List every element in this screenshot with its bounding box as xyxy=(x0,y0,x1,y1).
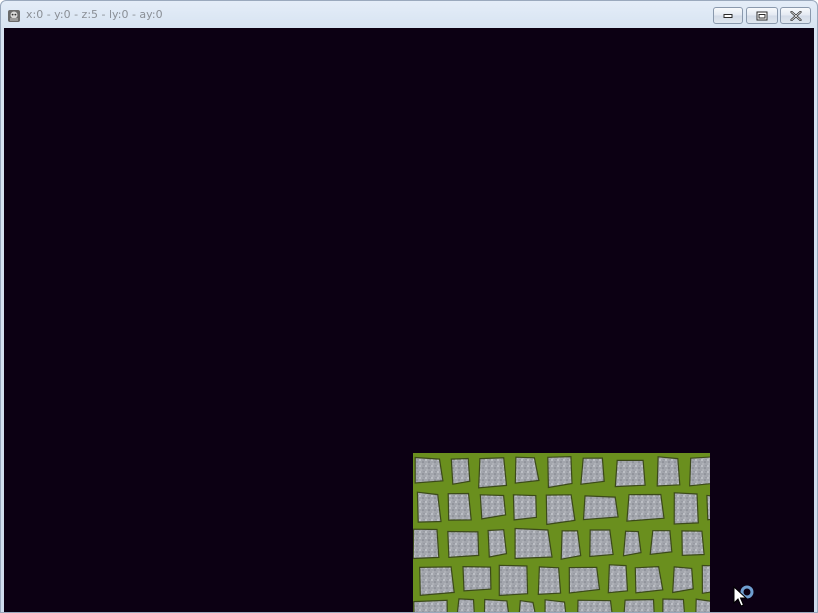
cobblestone xyxy=(547,455,573,489)
cobblestone xyxy=(580,457,605,485)
cobblestone xyxy=(623,598,655,612)
minimize-button[interactable] xyxy=(713,7,743,24)
app-window: x:0 - y:0 - z:5 - ly:0 - ay:0 xyxy=(0,0,818,613)
cobblestone xyxy=(447,492,472,521)
cobblestone xyxy=(456,598,475,612)
cobblestone xyxy=(656,456,681,487)
cobblestone xyxy=(681,530,705,557)
cobblestone xyxy=(416,491,442,523)
cobblestone xyxy=(479,494,507,520)
cobblestone xyxy=(419,566,455,597)
cobblestone xyxy=(634,565,664,594)
render-viewport[interactable] xyxy=(4,28,814,612)
title-bar[interactable]: x:0 - y:0 - z:5 - ly:0 - ay:0 xyxy=(1,1,817,28)
cobblestone xyxy=(487,529,508,558)
cobblestone xyxy=(649,530,673,555)
cobblestone xyxy=(701,564,710,594)
cobblestone xyxy=(478,457,508,489)
cobblestone xyxy=(413,599,448,612)
cobblestone xyxy=(614,459,646,488)
cobblestone xyxy=(537,566,562,596)
cobblestone xyxy=(589,529,614,558)
cobblestone xyxy=(514,527,553,560)
minimize-icon xyxy=(723,13,733,18)
cobblestone xyxy=(545,494,576,526)
app-icon[interactable] xyxy=(7,8,21,22)
cobblestone xyxy=(622,530,642,557)
cobblestone xyxy=(413,528,440,560)
cobblestone-texture xyxy=(413,453,710,612)
cobblestone xyxy=(483,598,510,612)
close-button[interactable] xyxy=(780,7,811,24)
cobblestone xyxy=(450,457,471,485)
cobblestone xyxy=(498,564,529,597)
cobblestone xyxy=(577,599,613,612)
cobblestone xyxy=(447,530,480,559)
pointer-icon xyxy=(733,585,754,607)
cobblestone xyxy=(514,456,540,484)
cobblestone xyxy=(568,566,601,594)
close-icon xyxy=(789,10,802,21)
cobblestone xyxy=(672,566,694,594)
maximize-button[interactable] xyxy=(746,7,778,24)
cobblestone xyxy=(662,598,685,612)
cobblestone xyxy=(560,530,582,560)
cobblestone xyxy=(673,492,699,525)
busy-cursor xyxy=(733,583,759,609)
window-title: x:0 - y:0 - z:5 - ly:0 - ay:0 xyxy=(26,8,163,21)
cobblestone xyxy=(462,565,492,592)
cobblestone xyxy=(607,564,629,594)
cobblestone xyxy=(582,495,619,521)
cobblestone xyxy=(706,494,710,521)
restore-icon xyxy=(756,11,768,20)
cobblestone xyxy=(414,456,444,484)
cobblestone xyxy=(689,456,710,487)
cobblestone xyxy=(544,599,567,612)
cobblestone xyxy=(695,598,710,612)
cobblestone xyxy=(626,493,665,522)
cobblestone-tile xyxy=(413,453,710,612)
cobblestone xyxy=(512,494,538,521)
